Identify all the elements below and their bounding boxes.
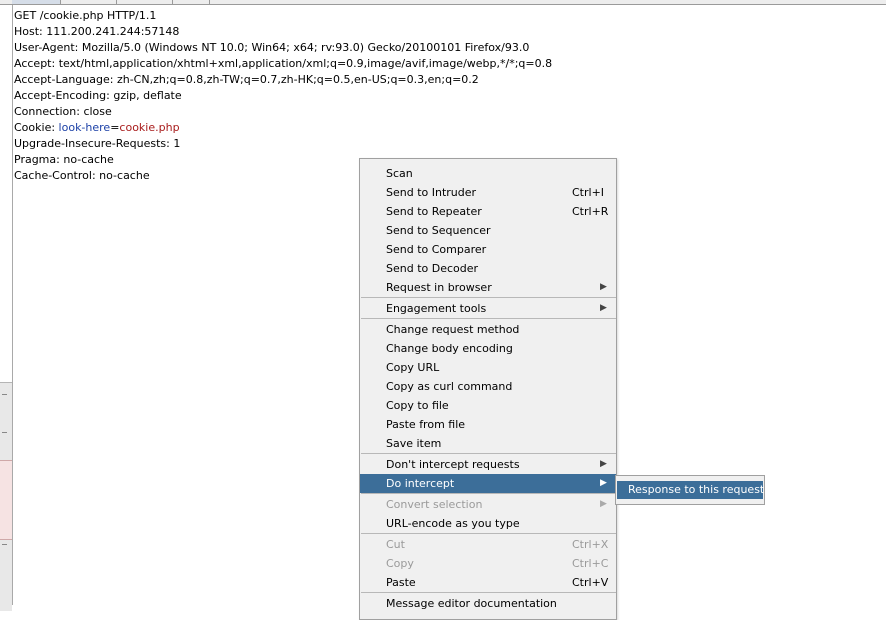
panel-marker xyxy=(2,432,7,433)
menu-item-paste[interactable]: Paste Ctrl+V xyxy=(360,573,616,592)
header-accept-encoding: Accept-Encoding: gzip, deflate xyxy=(14,89,182,102)
menu-item-label: Save item xyxy=(386,437,442,450)
menu-separator xyxy=(361,453,616,454)
menu-item-change-request-method[interactable]: Change request method xyxy=(360,320,616,339)
menu-item-label: Send to Sequencer xyxy=(386,224,491,237)
menu-item-do-intercept[interactable]: Do intercept ▶ xyxy=(360,474,616,493)
menu-item-label: Paste xyxy=(386,576,416,589)
menu-item-url-encode-as-you-type[interactable]: URL-encode as you type xyxy=(360,514,616,533)
menu-separator xyxy=(361,533,616,534)
tab-stub[interactable] xyxy=(117,0,173,4)
tab-stub[interactable] xyxy=(173,0,210,4)
cookie-value: cookie.php xyxy=(119,121,180,134)
menu-item-copy-url[interactable]: Copy URL xyxy=(360,358,616,377)
menu-item-copy-as-curl-command[interactable]: Copy as curl command xyxy=(360,377,616,396)
menu-item-label: URL-encode as you type xyxy=(386,517,520,530)
cookie-name: look-here xyxy=(58,121,111,134)
menu-separator xyxy=(361,493,616,494)
menu-item-label: Paste from file xyxy=(386,418,466,431)
menu-item-label: Copy xyxy=(386,557,414,570)
menu-item-label: Copy URL xyxy=(386,361,440,374)
menu-separator xyxy=(361,592,616,593)
menu-item-label: Send to Comparer xyxy=(386,243,487,256)
menu-item-label: Copy as curl command xyxy=(386,380,513,393)
menu-item-send-to-decoder[interactable]: Send to Decoder xyxy=(360,259,616,278)
menu-item-shortcut: Ctrl+V xyxy=(572,576,609,589)
menu-item-convert-selection: Convert selection ▶ xyxy=(360,495,616,514)
menu-item-cut: Cut Ctrl+X xyxy=(360,535,616,554)
header-accept: Accept: text/html,application/xhtml+xml,… xyxy=(14,57,553,70)
header-accept-language: Accept-Language: zh-CN,zh;q=0.8,zh-TW;q=… xyxy=(14,73,479,86)
menu-item-label: Change body encoding xyxy=(386,342,513,355)
menu-item-label: Send to Repeater xyxy=(386,205,482,218)
menu-item-send-to-sequencer[interactable]: Send to Sequencer xyxy=(360,221,616,240)
menu-item-shortcut: Ctrl+X xyxy=(572,538,609,551)
panel-marker xyxy=(2,544,7,545)
triangle-right-icon: ▶ xyxy=(600,303,607,313)
menu-separator xyxy=(361,297,616,298)
header-connection: Connection: close xyxy=(14,105,112,118)
menu-item-copy-to-file[interactable]: Copy to file xyxy=(360,396,616,415)
menu-item-message-editor-documentation[interactable]: Message editor documentation xyxy=(360,594,616,613)
context-menu: Scan Send to Intruder Ctrl+I Send to Repeat… xyxy=(359,158,617,620)
left-panel-highlight xyxy=(0,460,12,540)
menu-item-label: Copy to file xyxy=(386,399,449,412)
menu-item-label: Message editor documentation xyxy=(386,597,557,610)
menu-item-label: Convert selection xyxy=(386,498,483,511)
menu-separator xyxy=(361,318,616,319)
cookie-label: Cookie: xyxy=(14,121,59,134)
menu-item-label: Send to Intruder xyxy=(386,186,477,199)
menu-item-scan[interactable]: Scan xyxy=(360,164,616,183)
header-user-agent: User-Agent: Mozilla/5.0 (Windows NT 10.0… xyxy=(14,41,530,54)
menu-item-copy: Copy Ctrl+C xyxy=(360,554,616,573)
tab-stub[interactable] xyxy=(61,0,117,4)
menu-item-label: Change request method xyxy=(386,323,520,336)
left-panel-edge xyxy=(0,5,13,611)
triangle-right-icon: ▶ xyxy=(600,478,607,488)
menu-item-shortcut: Ctrl+C xyxy=(572,557,609,570)
menu-item-change-body-encoding[interactable]: Change body encoding xyxy=(360,339,616,358)
menu-item-label: Engagement tools xyxy=(386,302,487,315)
menu-item-send-to-repeater[interactable]: Send to Repeater Ctrl+R xyxy=(360,202,616,221)
menu-item-shortcut: Ctrl+I xyxy=(572,186,605,199)
menu-item-label: Scan xyxy=(386,167,413,180)
menu-item-shortcut: Ctrl+R xyxy=(572,205,609,218)
menu-item-request-in-browser[interactable]: Request in browser ▶ xyxy=(360,278,616,297)
menu-item-send-to-comparer[interactable]: Send to Comparer xyxy=(360,240,616,259)
menu-item-response-to-this-request[interactable]: Response to this request xyxy=(617,481,764,499)
triangle-right-icon: ▶ xyxy=(600,459,607,469)
menu-item-label: Do intercept xyxy=(386,477,455,490)
header-host: Host: 111.200.241.244:57148 xyxy=(14,25,180,38)
menu-item-label: Don't intercept requests xyxy=(386,458,520,471)
header-upgrade-insecure: Upgrade-Insecure-Requests: 1 xyxy=(14,137,181,150)
header-cookie: Cookie: look-here=cookie.php xyxy=(14,120,874,136)
menu-item-label: Request in browser xyxy=(386,281,492,294)
tab-stub[interactable] xyxy=(12,0,61,4)
menu-item-label: Send to Decoder xyxy=(386,262,479,275)
top-tab-bar xyxy=(0,0,886,5)
triangle-right-icon: ▶ xyxy=(600,499,607,509)
menu-item-engagement-tools[interactable]: Engagement tools ▶ xyxy=(360,299,616,318)
request-line: GET /cookie.php HTTP/1.1 xyxy=(14,9,157,22)
menu-item-don-t-intercept-requests[interactable]: Don't intercept requests ▶ xyxy=(360,455,616,474)
panel-marker xyxy=(2,394,7,395)
menu-item-save-item[interactable]: Save item xyxy=(360,434,616,453)
menu-item-paste-from-file[interactable]: Paste from file xyxy=(360,415,616,434)
menu-item-label: Cut xyxy=(386,538,405,551)
do-intercept-submenu: Response to this request xyxy=(615,475,765,505)
triangle-right-icon: ▶ xyxy=(600,282,607,292)
menu-item-send-to-intruder[interactable]: Send to Intruder Ctrl+I xyxy=(360,183,616,202)
